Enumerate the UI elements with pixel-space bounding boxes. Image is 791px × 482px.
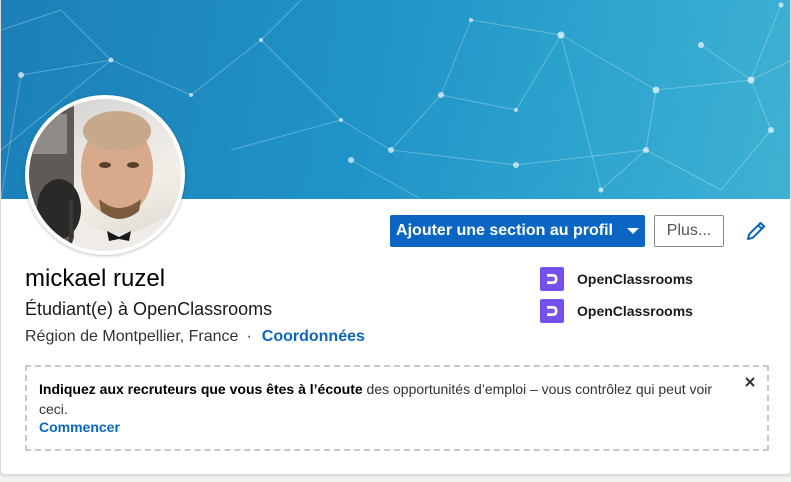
contact-info-link[interactable]: Coordonnées [262,328,365,346]
org-name: OpenClassrooms [577,303,693,319]
more-button-label: Plus... [666,222,712,239]
notice-text: Indiquez aux recruteurs que vous êtes à … [39,379,727,419]
location-separator: · [246,328,252,345]
profile-headline: Étudiant(e) à OpenClassrooms [25,299,273,319]
org-name: OpenClassrooms [577,271,693,287]
notice-bold-text: Indiquez aux recruteurs que vous êtes à … [39,381,363,397]
profile-photo[interactable] [25,95,185,255]
get-started-link[interactable]: Commencer [39,419,120,435]
close-icon [745,377,755,387]
open-to-work-notice: Indiquez aux recruteurs que vous êtes à … [25,365,769,451]
openclassrooms-logo-icon [540,299,564,323]
add-profile-section-label: Ajouter une section au profil [396,222,613,239]
edit-profile-button[interactable] [744,219,768,243]
more-button[interactable]: Plus... [654,215,724,247]
caret-down-icon [626,228,639,234]
avatar-image [29,99,181,251]
add-profile-section-button[interactable]: Ajouter une section au profil [390,215,645,247]
org-item[interactable]: OpenClassrooms [540,267,693,291]
avatar-illustration [29,99,181,251]
profile-name: mickael ruzel [25,265,166,292]
location-row: Région de Montpellier, France · Coordonn… [25,328,365,346]
profile-location: Région de Montpellier, France [25,328,239,345]
openclassrooms-logo-icon [540,267,564,291]
pencil-icon [747,221,766,240]
profile-card: Ajouter une section au profil Plus... mi… [0,0,791,475]
close-notice-button[interactable] [743,375,757,389]
org-item[interactable]: OpenClassrooms [540,299,693,323]
